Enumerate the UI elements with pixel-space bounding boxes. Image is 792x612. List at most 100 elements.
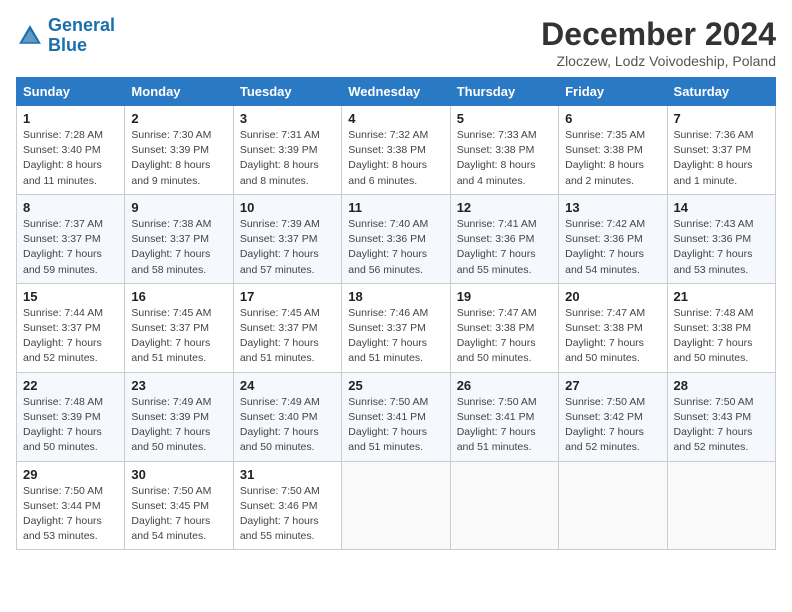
calendar-cell: 22 Sunrise: 7:48 AM Sunset: 3:39 PM Dayli… xyxy=(17,372,125,461)
calendar-cell: 2 Sunrise: 7:30 AM Sunset: 3:39 PM Daylig… xyxy=(125,106,233,195)
calendar-cell: 16 Sunrise: 7:45 AM Sunset: 3:37 PM Dayli… xyxy=(125,283,233,372)
calendar-cell: 31 Sunrise: 7:50 AM Sunset: 3:46 PM Dayli… xyxy=(233,461,341,550)
day-number: 20 xyxy=(565,289,660,304)
calendar-table: SundayMondayTuesdayWednesdayThursdayFrid… xyxy=(16,77,776,550)
day-info: Sunrise: 7:31 AM Sunset: 3:39 PM Dayligh… xyxy=(240,128,335,189)
calendar-cell: 13 Sunrise: 7:42 AM Sunset: 3:36 PM Dayli… xyxy=(559,194,667,283)
calendar-cell xyxy=(342,461,450,550)
day-number: 1 xyxy=(23,111,118,126)
calendar-cell: 29 Sunrise: 7:50 AM Sunset: 3:44 PM Dayli… xyxy=(17,461,125,550)
day-number: 7 xyxy=(674,111,769,126)
calendar-cell: 17 Sunrise: 7:45 AM Sunset: 3:37 PM Dayli… xyxy=(233,283,341,372)
calendar-cell: 25 Sunrise: 7:50 AM Sunset: 3:41 PM Dayli… xyxy=(342,372,450,461)
day-info: Sunrise: 7:44 AM Sunset: 3:37 PM Dayligh… xyxy=(23,306,118,367)
page-title: December 2024 xyxy=(541,16,776,53)
day-number: 18 xyxy=(348,289,443,304)
logo-icon xyxy=(16,22,44,50)
day-info: Sunrise: 7:33 AM Sunset: 3:38 PM Dayligh… xyxy=(457,128,552,189)
day-number: 28 xyxy=(674,378,769,393)
weekday-header-sunday: Sunday xyxy=(17,78,125,106)
calendar-cell: 26 Sunrise: 7:50 AM Sunset: 3:41 PM Dayli… xyxy=(450,372,558,461)
weekday-header-saturday: Saturday xyxy=(667,78,775,106)
calendar-cell: 20 Sunrise: 7:47 AM Sunset: 3:38 PM Dayli… xyxy=(559,283,667,372)
day-info: Sunrise: 7:50 AM Sunset: 3:44 PM Dayligh… xyxy=(23,484,118,545)
day-number: 21 xyxy=(674,289,769,304)
day-number: 17 xyxy=(240,289,335,304)
day-info: Sunrise: 7:28 AM Sunset: 3:40 PM Dayligh… xyxy=(23,128,118,189)
calendar-cell: 12Sunrise: 7:41 AM Sunset: 3:36 PM Dayli… xyxy=(450,194,558,283)
weekday-header-wednesday: Wednesday xyxy=(342,78,450,106)
day-info: Sunrise: 7:50 AM Sunset: 3:46 PM Dayligh… xyxy=(240,484,335,545)
day-info: Sunrise: 7:50 AM Sunset: 3:42 PM Dayligh… xyxy=(565,395,660,456)
day-info: Sunrise: 7:45 AM Sunset: 3:37 PM Dayligh… xyxy=(131,306,226,367)
day-number: 13 xyxy=(565,200,660,215)
day-number: 2 xyxy=(131,111,226,126)
weekday-header-tuesday: Tuesday xyxy=(233,78,341,106)
day-number: 26 xyxy=(457,378,552,393)
day-info: Sunrise: 7:32 AM Sunset: 3:38 PM Dayligh… xyxy=(348,128,443,189)
weekday-header-thursday: Thursday xyxy=(450,78,558,106)
logo-text: General Blue xyxy=(48,16,115,56)
day-info: Sunrise: 7:47 AM Sunset: 3:38 PM Dayligh… xyxy=(565,306,660,367)
calendar-cell: 19 Sunrise: 7:47 AM Sunset: 3:38 PM Dayli… xyxy=(450,283,558,372)
calendar-cell: 24Sunrise: 7:49 AM Sunset: 3:40 PM Dayli… xyxy=(233,372,341,461)
day-number: 31 xyxy=(240,467,335,482)
calendar-cell: 27Sunrise: 7:50 AM Sunset: 3:42 PM Dayli… xyxy=(559,372,667,461)
day-info: Sunrise: 7:50 AM Sunset: 3:43 PM Dayligh… xyxy=(674,395,769,456)
day-info: Sunrise: 7:40 AM Sunset: 3:36 PM Dayligh… xyxy=(348,217,443,278)
day-number: 8 xyxy=(23,200,118,215)
day-info: Sunrise: 7:50 AM Sunset: 3:41 PM Dayligh… xyxy=(348,395,443,456)
calendar-cell: 18 Sunrise: 7:46 AM Sunset: 3:37 PM Dayli… xyxy=(342,283,450,372)
day-info: Sunrise: 7:41 AM Sunset: 3:36 PM Dayligh… xyxy=(457,217,552,278)
calendar-cell: 9Sunrise: 7:38 AM Sunset: 3:37 PM Daylig… xyxy=(125,194,233,283)
day-number: 19 xyxy=(457,289,552,304)
calendar-cell: 11 Sunrise: 7:40 AM Sunset: 3:36 PM Dayli… xyxy=(342,194,450,283)
calendar-cell: 23 Sunrise: 7:49 AM Sunset: 3:39 PM Dayli… xyxy=(125,372,233,461)
calendar-cell: 8 Sunrise: 7:37 AM Sunset: 3:37 PM Daylig… xyxy=(17,194,125,283)
day-number: 30 xyxy=(131,467,226,482)
day-info: Sunrise: 7:46 AM Sunset: 3:37 PM Dayligh… xyxy=(348,306,443,367)
calendar-cell: 1 Sunrise: 7:28 AM Sunset: 3:40 PM Daylig… xyxy=(17,106,125,195)
day-number: 16 xyxy=(131,289,226,304)
day-number: 5 xyxy=(457,111,552,126)
day-number: 14 xyxy=(674,200,769,215)
day-number: 25 xyxy=(348,378,443,393)
day-info: Sunrise: 7:47 AM Sunset: 3:38 PM Dayligh… xyxy=(457,306,552,367)
day-info: Sunrise: 7:48 AM Sunset: 3:39 PM Dayligh… xyxy=(23,395,118,456)
weekday-header-friday: Friday xyxy=(559,78,667,106)
calendar-cell: 28 Sunrise: 7:50 AM Sunset: 3:43 PM Dayli… xyxy=(667,372,775,461)
day-number: 6 xyxy=(565,111,660,126)
logo-general: General xyxy=(48,15,115,35)
day-number: 29 xyxy=(23,467,118,482)
day-info: Sunrise: 7:50 AM Sunset: 3:41 PM Dayligh… xyxy=(457,395,552,456)
day-info: Sunrise: 7:45 AM Sunset: 3:37 PM Dayligh… xyxy=(240,306,335,367)
page-header: General Blue December 2024 Zloczew, Lodz… xyxy=(16,16,776,69)
logo: General Blue xyxy=(16,16,115,56)
calendar-cell: 21Sunrise: 7:48 AM Sunset: 3:38 PM Dayli… xyxy=(667,283,775,372)
day-number: 10 xyxy=(240,200,335,215)
day-info: Sunrise: 7:49 AM Sunset: 3:39 PM Dayligh… xyxy=(131,395,226,456)
day-number: 11 xyxy=(348,200,443,215)
day-number: 24 xyxy=(240,378,335,393)
calendar-cell: 6Sunrise: 7:35 AM Sunset: 3:38 PM Daylig… xyxy=(559,106,667,195)
day-info: Sunrise: 7:42 AM Sunset: 3:36 PM Dayligh… xyxy=(565,217,660,278)
calendar-cell: 3 Sunrise: 7:31 AM Sunset: 3:39 PM Daylig… xyxy=(233,106,341,195)
day-number: 23 xyxy=(131,378,226,393)
day-number: 4 xyxy=(348,111,443,126)
day-info: Sunrise: 7:43 AM Sunset: 3:36 PM Dayligh… xyxy=(674,217,769,278)
calendar-cell: 5 Sunrise: 7:33 AM Sunset: 3:38 PM Daylig… xyxy=(450,106,558,195)
day-number: 15 xyxy=(23,289,118,304)
day-info: Sunrise: 7:30 AM Sunset: 3:39 PM Dayligh… xyxy=(131,128,226,189)
calendar-cell xyxy=(559,461,667,550)
day-info: Sunrise: 7:37 AM Sunset: 3:37 PM Dayligh… xyxy=(23,217,118,278)
day-number: 3 xyxy=(240,111,335,126)
day-info: Sunrise: 7:50 AM Sunset: 3:45 PM Dayligh… xyxy=(131,484,226,545)
day-number: 9 xyxy=(131,200,226,215)
calendar-cell: 4 Sunrise: 7:32 AM Sunset: 3:38 PM Daylig… xyxy=(342,106,450,195)
logo-blue: Blue xyxy=(48,35,87,55)
calendar-cell: 14 Sunrise: 7:43 AM Sunset: 3:36 PM Dayli… xyxy=(667,194,775,283)
day-number: 22 xyxy=(23,378,118,393)
title-block: December 2024 Zloczew, Lodz Voivodeship,… xyxy=(541,16,776,69)
day-info: Sunrise: 7:39 AM Sunset: 3:37 PM Dayligh… xyxy=(240,217,335,278)
weekday-header-monday: Monday xyxy=(125,78,233,106)
